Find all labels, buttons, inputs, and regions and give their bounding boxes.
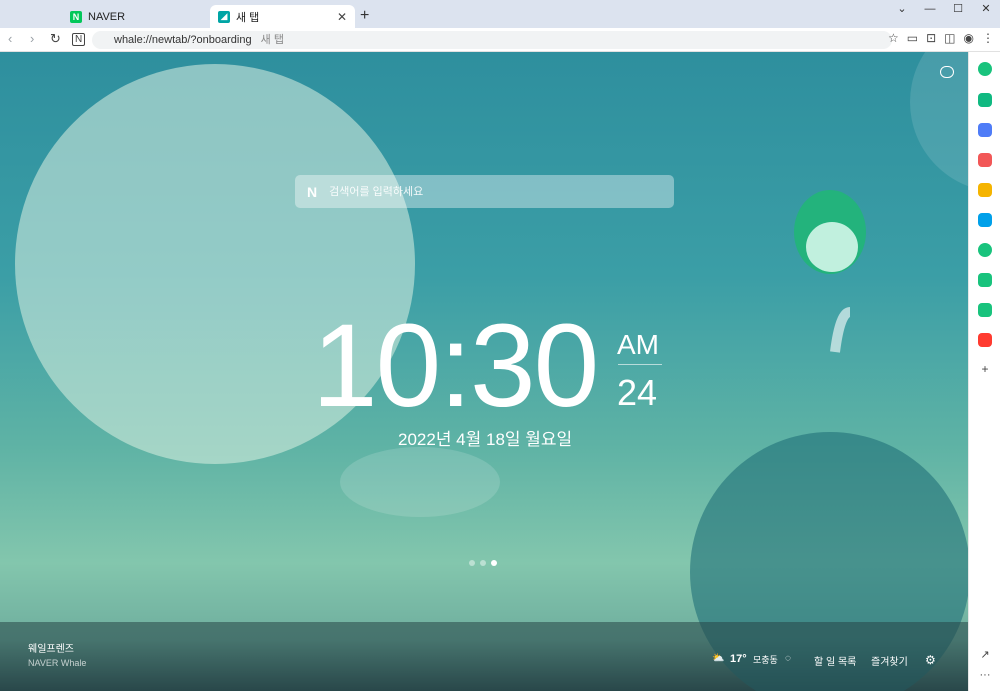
address-bar[interactable]: whale://newtab/?onboarding 새 탭 (92, 31, 892, 49)
chevron-down-icon[interactable]: ⌄ (888, 0, 916, 20)
sidebar-play-icon[interactable] (978, 243, 992, 257)
reload-icon[interactable]: ↻ (50, 31, 61, 47)
sidebar-band-icon[interactable] (978, 303, 992, 317)
page-dot[interactable] (469, 560, 475, 566)
screenshot-icon[interactable]: ⊡ (926, 31, 936, 45)
tab-naver[interactable]: N NAVER (62, 5, 204, 28)
weather-temp[interactable]: 17° (730, 653, 747, 665)
page-dot-active[interactable] (491, 560, 497, 566)
search-bar[interactable]: N (295, 175, 674, 208)
weather-location[interactable]: 모충동 (753, 653, 778, 666)
sidebar-line-icon[interactable] (978, 273, 992, 287)
menu-icon[interactable]: ⋮ (982, 31, 994, 45)
sidebar-more-icon[interactable]: ··· (978, 669, 992, 683)
sidebar-app-icon[interactable] (978, 62, 992, 76)
page-dots (469, 560, 497, 566)
clock-divider (618, 364, 662, 365)
tab-label: NAVER (88, 10, 126, 23)
split-view-icon[interactable]: ◫ (944, 31, 955, 45)
toolbar: ‹ › ↻ N whale://newtab/?onboarding 새 탭 ☆… (0, 28, 1000, 52)
tab-label: 새 탭 (236, 11, 260, 24)
naver-home-icon[interactable]: N (72, 33, 86, 46)
maximize-button[interactable]: ☐ (944, 0, 972, 20)
search-input[interactable] (329, 185, 650, 198)
window-controls: ⌄ — ☐ ✕ (888, 0, 1000, 20)
chat-icon[interactable] (940, 66, 954, 78)
favorites-link[interactable]: 즐겨찾기 (871, 653, 908, 668)
sidebar-add-icon[interactable]: + (978, 362, 992, 376)
close-icon[interactable]: ✕ (337, 10, 347, 24)
credit-subtitle: NAVER Whale (28, 658, 87, 668)
todo-list-link[interactable]: 할 일 목록 (814, 653, 856, 668)
title-bar: N NAVER ◢ 새 탭 ✕ + ⌄ — ☐ ✕ (0, 0, 1000, 28)
credit-title: 웨일프렌즈 (28, 644, 74, 655)
naver-icon: N (70, 10, 82, 23)
clock-ampm: AM (617, 329, 659, 360)
bookmark-star-icon[interactable]: ☆ (888, 31, 899, 45)
page-dot[interactable] (480, 560, 486, 566)
clock-seconds: 24 (617, 372, 658, 413)
sidebar-edge-icon[interactable] (978, 213, 992, 227)
page-title: 새 탭 (260, 34, 284, 46)
whale-sidebar: + ↗ ··· (968, 52, 1000, 691)
sidebar-external-link-icon[interactable]: ↗ (978, 648, 992, 662)
wallpaper-credit: 웨일프렌즈 NAVER Whale (28, 640, 86, 668)
new-tab-button[interactable]: + (360, 7, 369, 25)
new-tab-background: N 10:30 AM 24 2022년 4월 18일 월요일 웨일프렌즈 NAV… (0, 52, 968, 691)
naver-logo: N (307, 183, 318, 200)
toolbar-actions: ☆ ▭ ⊡ ◫ ◉ ⋮ (888, 31, 994, 45)
url-text: whale://newtab/?onboarding (114, 34, 252, 46)
close-window-button[interactable]: ✕ (972, 0, 1000, 20)
sidebar-favorites-icon[interactable] (978, 183, 992, 197)
minimize-button[interactable]: — (916, 0, 944, 20)
settings-gear-icon[interactable]: ⚙ (925, 653, 936, 667)
sidebar-calendar-icon[interactable] (978, 123, 992, 137)
clock-date: 2022년 4월 18일 월요일 (398, 430, 573, 449)
sidebar-notification-icon[interactable] (978, 93, 992, 107)
profile-icon[interactable]: ◉ (964, 31, 974, 45)
clock-time: 10:30 (312, 300, 599, 432)
sidebar-pocket-icon[interactable] (978, 153, 992, 167)
video-icon[interactable]: ▭ (907, 31, 918, 45)
whale-icon: ◢ (218, 10, 230, 23)
back-icon[interactable]: ‹ (8, 31, 12, 46)
sidebar-app-icon-red[interactable] (978, 333, 992, 347)
weather-icon: ⛅ (712, 653, 725, 664)
refresh-icon[interactable]: ◌ (785, 653, 791, 664)
tab-new-tab[interactable]: ◢ 새 탭 ✕ (210, 5, 355, 28)
forward-icon[interactable]: › (30, 31, 34, 46)
